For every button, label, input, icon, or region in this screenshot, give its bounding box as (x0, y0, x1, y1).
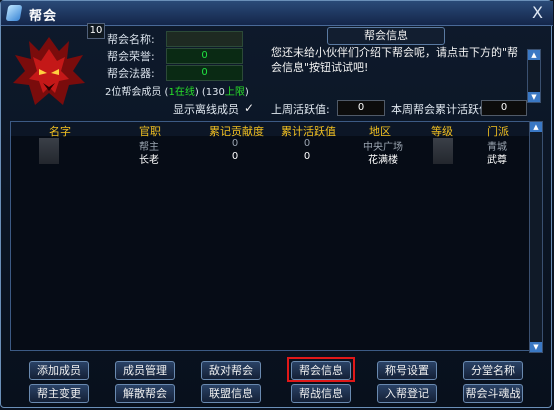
member-count-mid: ) (130 (194, 87, 225, 98)
show-offline-label: 显示离线成员 (173, 103, 239, 116)
guild-notice-text: 您还未给小伙伴们介绍下帮会呢，请点击下方的"帮会信息"按钮试试吧! (271, 46, 519, 74)
show-offline-checkbox[interactable]: ✓ (242, 101, 256, 115)
member-sect: 武尊 (487, 155, 507, 166)
member-contribution: 0 (231, 138, 239, 149)
title-bar[interactable]: 帮会 X (1, 1, 553, 26)
table-row[interactable]: 长老 0 0 花满楼 武尊 (11, 151, 539, 166)
member-region: 花满楼 (368, 155, 398, 166)
guild-gem-icon (5, 5, 23, 21)
member-count-suffix: ) (244, 87, 249, 98)
guild-artifact-label: 帮会法器: (107, 67, 155, 80)
week-total-active-label: 本周帮会累计活跃值: (391, 103, 494, 116)
guild-emblem-icon (13, 37, 85, 105)
guild-war-info-button[interactable]: 帮战信息 (291, 384, 351, 403)
col-sect[interactable]: 门派 (487, 123, 509, 139)
member-count: 2位帮会成员 (1在线) (130上限) (105, 83, 249, 98)
member-limit-label: 上限 (224, 87, 245, 98)
change-leader-button[interactable]: 帮主变更 (29, 384, 89, 403)
join-register-button[interactable]: 入帮登记 (377, 384, 437, 403)
table-row[interactable]: 帮主 0 0 中央广场 青城 (11, 138, 539, 153)
guild-soul-war-button[interactable]: 帮会斗魂战 (463, 384, 523, 403)
last-week-active-value: 0 (337, 100, 385, 116)
member-activity: 0 (303, 151, 311, 162)
disband-guild-button[interactable]: 解散帮会 (115, 384, 175, 403)
member-rank: 长老 (139, 155, 159, 166)
enemy-guild-button[interactable]: 敌对帮会 (201, 361, 261, 380)
member-count-prefix: 2位帮会成员 ( (105, 87, 169, 98)
scroll-up-icon[interactable]: ▲ (528, 50, 540, 60)
member-manage-button[interactable]: 成员管理 (115, 361, 175, 380)
col-name[interactable]: 名字 (49, 123, 71, 139)
guild-name-label: 帮会名称: (107, 33, 155, 46)
guild-honor-label: 帮会荣誉: (107, 50, 155, 63)
member-activity: 0 (303, 138, 311, 149)
title-settings-button[interactable]: 称号设置 (377, 361, 437, 380)
scroll-down-icon[interactable]: ▼ (528, 92, 540, 102)
guild-artifact-value: 0 (166, 65, 243, 81)
scroll-up-icon[interactable]: ▲ (530, 122, 542, 132)
alliance-info-button[interactable]: 联盟信息 (201, 384, 261, 403)
window-title: 帮会 (29, 9, 58, 24)
col-activity[interactable]: 累计活跃值 (281, 123, 336, 139)
guild-level-badge: 10 (87, 23, 105, 39)
col-contribution[interactable]: 累记贡献度 (209, 123, 264, 139)
member-online-count: 1在线 (168, 87, 195, 98)
member-table: 名字 官职 累记贡献度 累计活跃值 地区 等级 门派 帮主 0 0 中央广场 青… (10, 121, 540, 351)
guild-window: 帮会 X 10 帮会名称: 帮会荣誉: 0 帮会法器: 0 2位帮会成员 (1在… (0, 0, 553, 408)
guild-name-field (166, 31, 243, 47)
member-contribution: 0 (231, 151, 239, 162)
guild-info-tab[interactable]: 帮会信息 (327, 27, 445, 45)
guild-honor-value: 0 (166, 48, 243, 64)
notice-scrollbar[interactable]: ▲ ▼ (527, 49, 541, 103)
col-level[interactable]: 等级 (431, 123, 453, 139)
highlight-box (287, 357, 355, 382)
col-region[interactable]: 地区 (369, 123, 391, 139)
table-header: 名字 官职 累记贡献度 累计活跃值 地区 等级 门派 (11, 122, 539, 139)
branch-name-button[interactable]: 分堂名称 (463, 361, 523, 380)
table-scrollbar[interactable]: ▲ ▼ (529, 121, 543, 353)
last-week-active-label: 上周活跃值: (271, 103, 330, 116)
scroll-down-icon[interactable]: ▼ (530, 342, 542, 352)
col-rank[interactable]: 官职 (139, 123, 161, 139)
close-button[interactable]: X (532, 3, 543, 22)
week-total-active-value: 0 (481, 100, 527, 116)
add-member-button[interactable]: 添加成员 (29, 361, 89, 380)
